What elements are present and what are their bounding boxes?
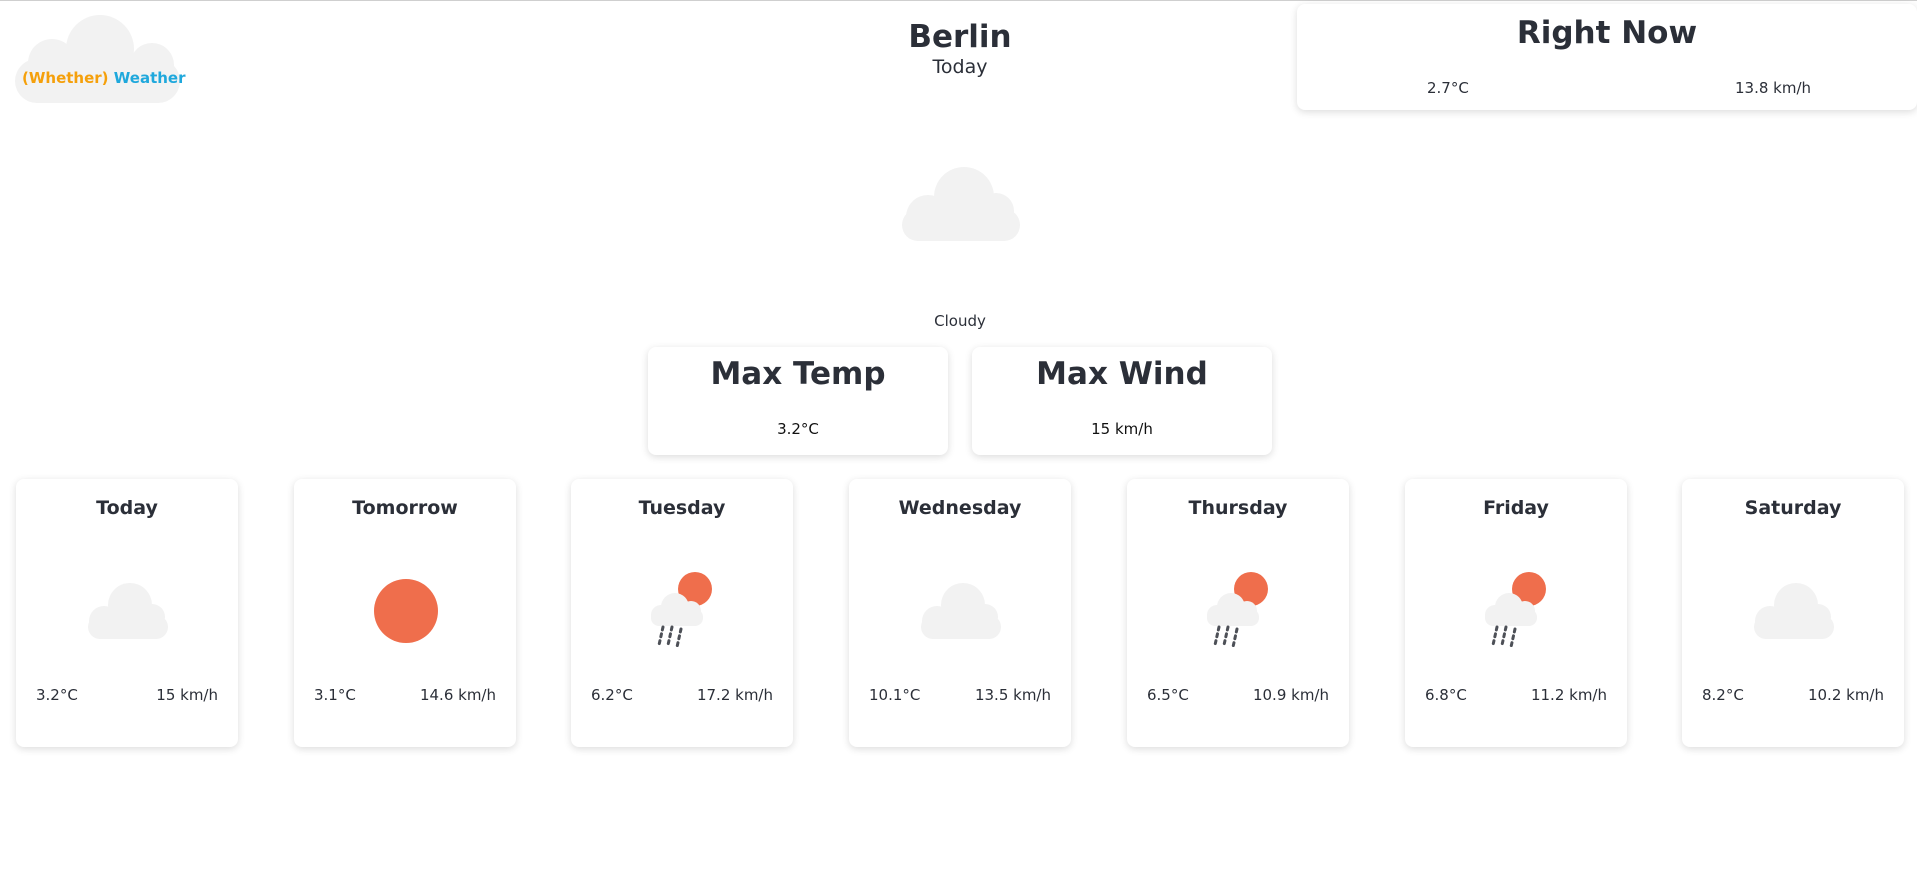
cloud-icon xyxy=(1752,571,1836,647)
forecast-day-name: Thursday xyxy=(1188,497,1288,519)
max-temp-card: Max Temp 3.2°C xyxy=(648,347,948,455)
max-wind-title: Max Wind xyxy=(1036,356,1208,392)
forecast-wind: 13.5 km/h xyxy=(974,686,1051,704)
logo-text-whether: (Whether) xyxy=(22,69,109,87)
current-cloud-icon xyxy=(900,165,1022,247)
forecast-day-name: Tomorrow xyxy=(352,497,458,519)
forecast-card-friday[interactable]: Friday 6.8°C 11.2 km/h xyxy=(1405,479,1627,747)
forecast-card-today[interactable]: Today 3.2°C 15 km/h xyxy=(16,479,238,747)
right-now-card: Right Now 2.7°C 13.8 km/h xyxy=(1297,4,1917,110)
city-name: Berlin xyxy=(908,19,1012,55)
right-now-temp: 2.7°C xyxy=(1427,79,1469,97)
forecast-temp: 3.2°C xyxy=(36,686,78,704)
current-condition: Cloudy xyxy=(934,312,986,330)
forecast-temp: 3.1°C xyxy=(314,686,356,704)
forecast-card-thursday[interactable]: Thursday 6.5°C 10.9 km/h xyxy=(1127,479,1349,747)
forecast-temp: 8.2°C xyxy=(1702,686,1744,704)
logo-cloud-icon xyxy=(15,15,180,103)
weather-app: (Whether) Weather Berlin Today Right Now… xyxy=(0,0,1917,885)
rain-sun-icon xyxy=(641,571,725,649)
forecast-wind: 17.2 km/h xyxy=(696,686,773,704)
max-temp-title: Max Temp xyxy=(710,356,886,392)
forecast-temp: 6.5°C xyxy=(1147,686,1189,704)
sun-icon xyxy=(364,571,448,647)
max-temp-value: 3.2°C xyxy=(777,420,819,438)
rain-sun-icon xyxy=(1475,571,1559,649)
max-wind-card: Max Wind 15 km/h xyxy=(972,347,1272,455)
forecast-card-tuesday[interactable]: Tuesday 6.2°C 17.2 km/h xyxy=(571,479,793,747)
forecast-card-saturday[interactable]: Saturday 8.2°C 10.2 km/h xyxy=(1682,479,1904,747)
rain-sun-icon xyxy=(1197,571,1281,649)
forecast-temp: 6.8°C xyxy=(1425,686,1467,704)
forecast-temp: 10.1°C xyxy=(869,686,921,704)
forecast-wind: 11.2 km/h xyxy=(1530,686,1607,704)
right-now-title: Right Now xyxy=(1516,15,1698,51)
forecast-wind: 10.9 km/h xyxy=(1252,686,1329,704)
forecast-day-name: Friday xyxy=(1483,497,1549,519)
logo-text-weather: Weather xyxy=(113,69,186,87)
right-now-wind: 13.8 km/h xyxy=(1735,79,1812,97)
city-subtitle: Today xyxy=(932,56,988,78)
forecast-wind: 10.2 km/h xyxy=(1807,686,1884,704)
cloud-icon xyxy=(919,571,1003,647)
logo-text: (Whether) Weather xyxy=(22,69,186,87)
forecast-card-wednesday[interactable]: Wednesday 10.1°C 13.5 km/h xyxy=(849,479,1071,747)
forecast-day-name: Wednesday xyxy=(898,497,1022,519)
forecast-wind: 15 km/h xyxy=(156,686,218,704)
forecast-day-name: Today xyxy=(96,497,158,519)
forecast-card-tomorrow[interactable]: Tomorrow 3.1°C 14.6 km/h xyxy=(294,479,516,747)
forecast-wind: 14.6 km/h xyxy=(419,686,496,704)
app-logo[interactable]: (Whether) Weather xyxy=(12,7,188,107)
forecast-day-name: Tuesday xyxy=(638,497,726,519)
forecast-temp: 6.2°C xyxy=(591,686,633,704)
cloud-icon xyxy=(86,571,170,647)
max-wind-value: 15 km/h xyxy=(1091,420,1153,438)
forecast-day-name: Saturday xyxy=(1744,497,1842,519)
